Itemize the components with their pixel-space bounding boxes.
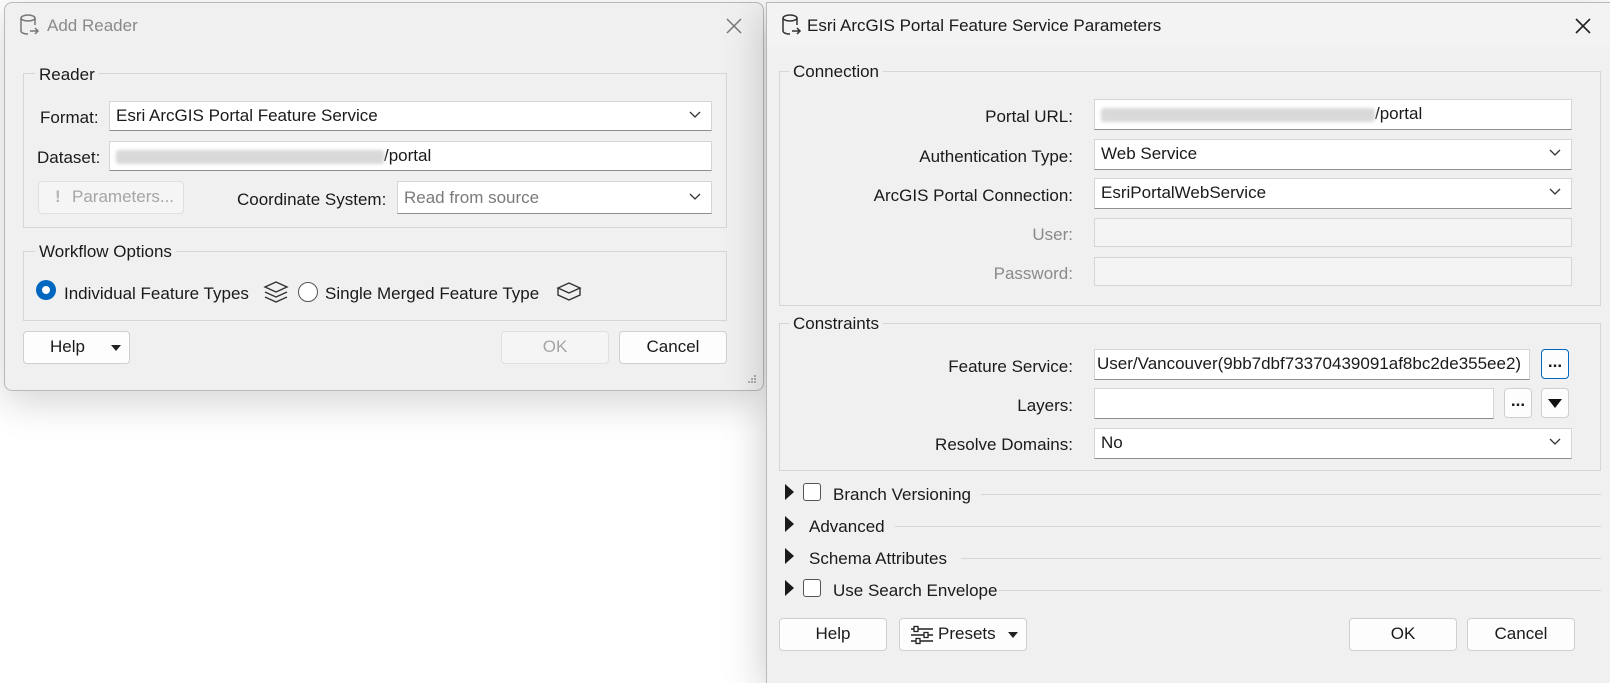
section-label: Branch Versioning [833, 485, 971, 504]
cancel-button-label: Cancel [646, 337, 700, 356]
help-button[interactable]: Help [779, 618, 887, 651]
coordinate-system-select[interactable]: Read from source [397, 181, 712, 214]
feature-service-label: Feature Service: [948, 357, 1073, 376]
individual-feature-types-radio[interactable] [36, 280, 56, 300]
chevron-down-icon [1549, 149, 1561, 156]
dataset-label: Dataset: [37, 148, 101, 167]
constraints-group-label: Constraints [789, 314, 883, 334]
caret-down-icon [111, 345, 121, 351]
portal-connection-label: ArcGIS Portal Connection: [873, 186, 1073, 205]
expand-arrow-icon[interactable] [785, 484, 794, 500]
feature-service-value: User/Vancouver(9bb7dbf73370439091af8bc2d… [1097, 354, 1522, 373]
parameters-button-label: Parameters... [72, 187, 175, 206]
branch-versioning-checkbox[interactable] [803, 483, 821, 501]
section-label: Advanced [809, 517, 885, 536]
dataset-suffix: /portal [384, 146, 432, 165]
redacted-url [1101, 107, 1375, 122]
warning-icon: ! [55, 187, 61, 206]
connection-group-label: Connection [789, 62, 884, 82]
individual-feature-types-label: Individual Feature Types [64, 284, 249, 303]
layers-input[interactable] [1094, 388, 1494, 419]
help-button-label: Help [815, 624, 851, 643]
resolve-domains-select[interactable]: No [1094, 428, 1572, 459]
dataset-input[interactable]: /portal [109, 141, 712, 171]
caret-down-icon [1008, 632, 1018, 638]
ok-button-label: OK [542, 337, 568, 356]
help-button-label: Help [50, 337, 85, 356]
ellipsis-label: ... [1547, 352, 1563, 371]
presets-button-label: Presets [938, 624, 996, 643]
user-label: User: [1032, 225, 1073, 244]
section-divider [999, 590, 1601, 591]
portal-connection-value: EsriPortalWebService [1101, 183, 1267, 202]
chevron-down-icon [1549, 438, 1561, 445]
user-input[interactable] [1094, 218, 1572, 247]
expand-arrow-icon[interactable] [785, 516, 794, 532]
password-input[interactable] [1094, 257, 1572, 286]
format-label: Format: [40, 108, 99, 127]
ok-button-label: OK [1390, 624, 1416, 643]
cancel-button-label: Cancel [1494, 624, 1548, 643]
format-value: Esri ArcGIS Portal Feature Service [116, 106, 378, 125]
layers-dropdown-button[interactable] [1541, 388, 1569, 418]
format-select[interactable]: Esri ArcGIS Portal Feature Service [109, 101, 712, 131]
section-label: Schema Attributes [809, 549, 947, 568]
resolve-domains-label: Resolve Domains: [935, 435, 1073, 454]
cancel-button[interactable]: Cancel [619, 331, 727, 364]
portal-connection-select[interactable]: EsriPortalWebService [1094, 178, 1572, 209]
dialog-title: Esri ArcGIS Portal Feature Service Param… [807, 16, 1162, 35]
layers-browse-button[interactable]: ... [1504, 388, 1532, 418]
chevron-down-icon [689, 111, 701, 118]
title-bar: Esri ArcGIS Portal Feature Service Param… [767, 3, 1610, 47]
chevron-down-icon [689, 193, 701, 200]
dialog-title: Add Reader [47, 16, 138, 35]
authentication-type-select[interactable]: Web Service [1094, 139, 1572, 170]
presets-button[interactable]: Presets [899, 618, 1027, 651]
coordinate-system-label: Coordinate System: [237, 190, 387, 209]
resolve-domains-value: No [1101, 433, 1123, 452]
help-button[interactable]: Help [23, 331, 130, 364]
parameters-button[interactable]: ! Parameters... [38, 181, 184, 214]
workflow-group-label: Workflow Options [35, 242, 176, 262]
section-divider [961, 558, 1601, 559]
close-icon[interactable] [1568, 11, 1598, 41]
use-search-envelope-checkbox[interactable] [803, 579, 821, 597]
portal-url-label: Portal URL: [985, 107, 1073, 126]
caret-down-icon [1548, 399, 1562, 408]
close-icon[interactable] [719, 11, 749, 41]
reader-icon [20, 14, 40, 35]
password-label: Password: [993, 264, 1073, 283]
authentication-type-label: Authentication Type: [919, 147, 1073, 166]
ok-button[interactable]: OK [501, 331, 609, 364]
merged-layer-icon [556, 282, 582, 301]
add-reader-dialog: Add Reader Reader Format: Esri ArcGIS Po… [4, 2, 764, 391]
chevron-down-icon [1549, 188, 1561, 195]
portal-url-suffix: /portal [1375, 104, 1423, 123]
reader-group-label: Reader [35, 65, 99, 85]
title-bar: Add Reader [5, 3, 763, 47]
layers-icon [263, 281, 289, 303]
section-divider [981, 494, 1601, 495]
expand-arrow-icon[interactable] [785, 580, 794, 596]
feature-service-browse-button[interactable]: ... [1541, 349, 1569, 379]
expand-arrow-icon[interactable] [785, 548, 794, 564]
single-merged-feature-type-radio[interactable] [298, 282, 318, 302]
section-label: Use Search Envelope [833, 581, 998, 600]
section-divider [895, 526, 1601, 527]
portal-url-input[interactable]: /portal [1094, 99, 1572, 130]
single-merged-feature-type-label: Single Merged Feature Type [325, 284, 540, 303]
cancel-button[interactable]: Cancel [1467, 618, 1575, 651]
sliders-icon [911, 625, 933, 645]
resize-grip-icon[interactable] [747, 374, 757, 384]
redacted-url [116, 149, 384, 164]
feature-service-input[interactable]: User/Vancouver(9bb7dbf73370439091af8bc2d… [1094, 349, 1530, 380]
reader-icon [782, 14, 802, 35]
authentication-type-value: Web Service [1101, 144, 1198, 163]
layers-label: Layers: [1017, 396, 1073, 415]
ellipsis-label: ... [1510, 391, 1526, 410]
feature-service-parameters-dialog: Esri ArcGIS Portal Feature Service Param… [766, 2, 1610, 683]
coordinate-system-value: Read from source [404, 188, 540, 207]
ok-button[interactable]: OK [1349, 618, 1457, 651]
